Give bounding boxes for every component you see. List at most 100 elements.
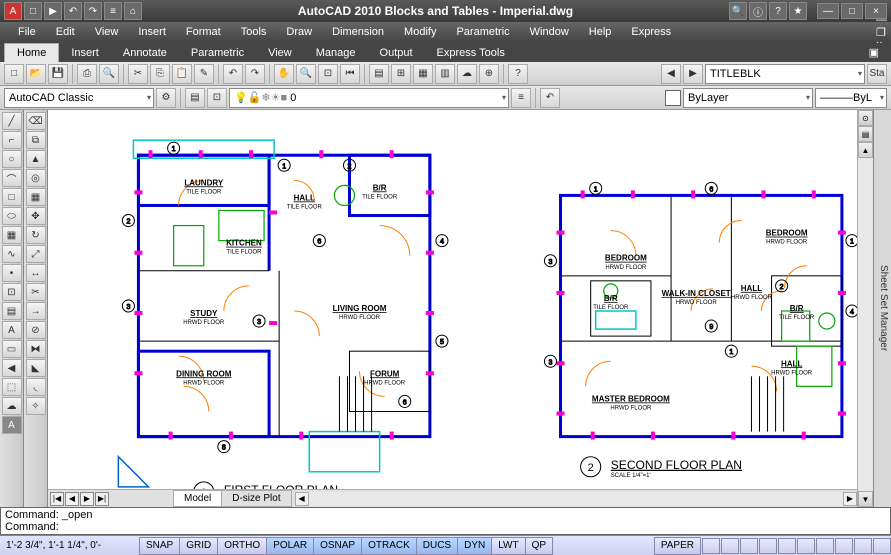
layer-dropdown[interactable]: 💡🔓❄☀■ 0 — [229, 88, 509, 108]
vertical-scrollbar[interactable]: ⊙ ▤ ▲ ▼ — [857, 110, 873, 507]
status-osnap[interactable]: OSNAP — [313, 537, 362, 555]
plot-icon[interactable]: ⎙ — [77, 64, 97, 84]
circle-icon[interactable]: ○ — [2, 150, 22, 168]
tab-output[interactable]: Output — [368, 44, 425, 62]
fillet-icon[interactable]: ◟ — [26, 378, 46, 396]
help2-icon[interactable]: ? — [508, 64, 528, 84]
infocenter-icon[interactable]: ⓘ — [749, 2, 767, 20]
extend-icon[interactable]: → — [26, 302, 46, 320]
status-dyn[interactable]: DYN — [457, 537, 492, 555]
status-hw-icon[interactable] — [816, 538, 834, 554]
status-paper[interactable]: PAPER — [654, 537, 701, 555]
qat-open[interactable]: ▶ — [44, 2, 62, 20]
status-ortho[interactable]: ORTHO — [217, 537, 267, 555]
drawing-canvas[interactable]: 1 1 2 2 3 4 5 3 6 6 8 1 FIRST FLOOR PLAN… — [48, 110, 857, 507]
search-icon[interactable]: 🔍 — [729, 2, 747, 20]
minimize-button[interactable]: — — [817, 3, 839, 19]
color-control[interactable] — [665, 90, 681, 106]
block-dropdown[interactable]: TITLEBLK — [705, 64, 865, 84]
tab-view[interactable]: View — [256, 44, 304, 62]
region-icon[interactable]: ▭ — [2, 340, 22, 358]
menu-view[interactable]: View — [85, 24, 129, 40]
status-polar[interactable]: POLAR — [266, 537, 314, 555]
horizontal-scrollbar[interactable]: ◀▶ — [295, 492, 857, 506]
menu-format[interactable]: Format — [176, 24, 231, 40]
revision-icon[interactable]: ☁ — [2, 397, 22, 415]
status-ws-icon[interactable] — [778, 538, 796, 554]
dc-icon[interactable]: ⊞ — [391, 64, 411, 84]
ws-settings-icon[interactable]: ⚙ — [156, 88, 176, 108]
boundary-icon[interactable]: ⬚ — [2, 378, 22, 396]
color-dropdown[interactable]: ByLayer — [683, 88, 813, 108]
open-icon[interactable]: 📂 — [26, 64, 46, 84]
polyline-icon[interactable]: ⌐ — [2, 131, 22, 149]
layer-prop-icon[interactable]: ▤ — [185, 88, 205, 108]
scale-icon[interactable]: ⤢ — [26, 245, 46, 263]
status-qp[interactable]: QP — [525, 537, 553, 555]
coordinate-display[interactable]: 1'-2 3/4", 1'-1 1/4", 0'- — [0, 540, 140, 551]
command-prompt[interactable]: Command: — [5, 521, 886, 533]
ellipse-icon[interactable]: ⬭ — [2, 207, 22, 225]
chamfer-icon[interactable]: ◣ — [26, 359, 46, 377]
hatch-icon[interactable]: ▦ — [2, 226, 22, 244]
new-icon[interactable]: □ — [4, 64, 24, 84]
layer-states-icon[interactable]: ⊡ — [207, 88, 227, 108]
block-next-icon[interactable]: ▶ — [683, 64, 703, 84]
redo-icon[interactable]: ↷ — [245, 64, 265, 84]
layout-tab-model[interactable]: Model — [173, 490, 222, 507]
block-icon[interactable]: ⊡ — [2, 283, 22, 301]
menu-parametric[interactable]: Parametric — [446, 24, 519, 40]
tab-home[interactable]: Home — [4, 43, 59, 62]
properties-icon[interactable]: ▤ — [369, 64, 389, 84]
match-icon[interactable]: ✎ — [194, 64, 214, 84]
command-line[interactable]: Command: _open Command: — [0, 507, 891, 535]
pan-icon[interactable]: ✋ — [274, 64, 294, 84]
layer-prev-icon[interactable]: ↶ — [540, 88, 560, 108]
status-lwt[interactable]: LWT — [491, 537, 525, 555]
status-annoscale-icon[interactable] — [740, 538, 758, 554]
menu-insert[interactable]: Insert — [128, 24, 176, 40]
break-icon[interactable]: ⊘ — [26, 321, 46, 339]
app-menu-button[interactable]: A — [4, 2, 22, 20]
maximize-button[interactable]: □ — [841, 3, 863, 19]
gradient-icon[interactable]: ◀ — [2, 359, 22, 377]
tab-express-tools[interactable]: Express Tools — [425, 44, 517, 62]
menu-modify[interactable]: Modify — [394, 24, 446, 40]
menu-dimension[interactable]: Dimension — [322, 24, 394, 40]
zoom-win-icon[interactable]: ⊡ — [318, 64, 338, 84]
offset-icon[interactable]: ◎ — [26, 169, 46, 187]
menu-help[interactable]: Help — [579, 24, 622, 40]
status-grid-icon[interactable] — [721, 538, 739, 554]
qat-save[interactable]: ↶ — [64, 2, 82, 20]
ssm-icon[interactable]: ▥ — [435, 64, 455, 84]
menu-draw[interactable]: Draw — [276, 24, 322, 40]
trim-icon[interactable]: ✂ — [26, 283, 46, 301]
qat-more[interactable]: ⌂ — [124, 2, 142, 20]
copy-obj-icon[interactable]: ⧉ — [26, 131, 46, 149]
tab-parametric[interactable]: Parametric — [179, 44, 256, 62]
array-icon[interactable]: ▦ — [26, 188, 46, 206]
status-grid[interactable]: GRID — [179, 537, 218, 555]
workspace-dropdown[interactable]: AutoCAD Classic — [4, 88, 154, 108]
doc-minimize-button[interactable]: — — [876, 14, 887, 26]
menu-tools[interactable]: Tools — [231, 24, 277, 40]
copy-icon[interactable]: ⎘ — [150, 64, 170, 84]
sta-icon[interactable]: Sta — [867, 64, 887, 84]
help-icon[interactable]: ? — [769, 2, 787, 20]
tp-icon[interactable]: ▦ — [413, 64, 433, 84]
text-icon[interactable]: A — [2, 321, 22, 339]
table-icon[interactable]: ▤ — [2, 302, 22, 320]
tab-nav-prev[interactable]: ◀ — [65, 492, 79, 506]
status-ducs[interactable]: DUCS — [416, 537, 458, 555]
status-tray-icon[interactable] — [873, 538, 891, 554]
status-iso-icon[interactable] — [835, 538, 853, 554]
paste-icon[interactable]: 📋 — [172, 64, 192, 84]
block-prev-icon[interactable]: ◀ — [661, 64, 681, 84]
status-snap[interactable]: SNAP — [139, 537, 180, 555]
qat-redo[interactable]: ≡ — [104, 2, 122, 20]
menu-express[interactable]: Express — [621, 24, 681, 40]
join-icon[interactable]: ⧓ — [26, 340, 46, 358]
tab-annotate[interactable]: Annotate — [111, 44, 179, 62]
menu-window[interactable]: Window — [520, 24, 579, 40]
qc-icon[interactable]: ⊕ — [479, 64, 499, 84]
